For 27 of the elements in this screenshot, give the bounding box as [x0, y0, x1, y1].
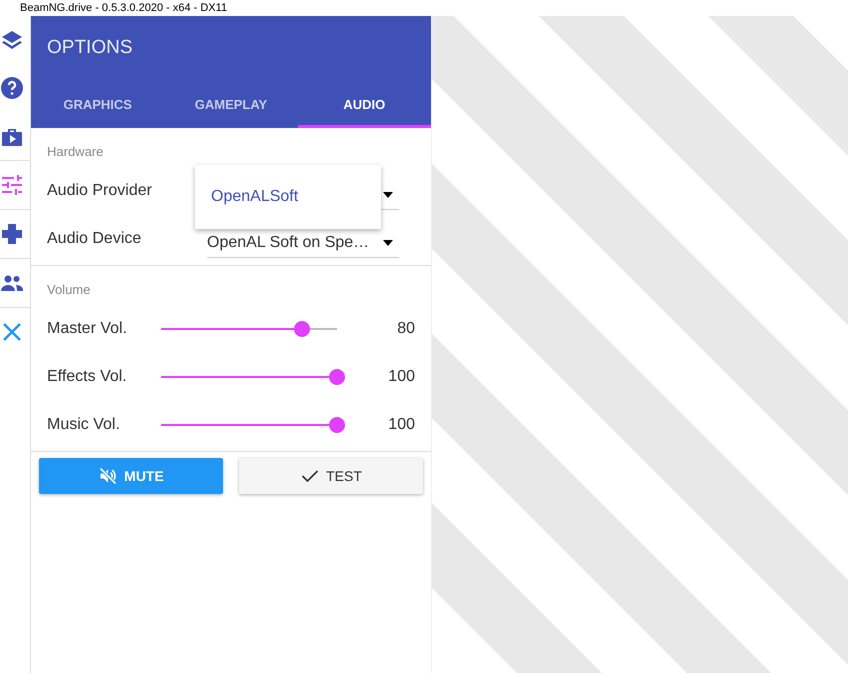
section-heading: Volume: [46, 281, 92, 299]
field-label: Audio Provider: [47, 182, 153, 200]
slider-thumb[interactable]: [329, 417, 345, 433]
layers-icon[interactable]: [0, 28, 24, 52]
panel-title: OPTIONS: [46, 36, 134, 59]
tab[interactable]: GRAPHICS: [31, 84, 164, 128]
menu-option[interactable]: OpenALSoft: [195, 188, 298, 206]
field-label: Music Vol.: [47, 416, 121, 434]
slider-value: 100: [387, 416, 415, 434]
dropdown-field[interactable]: OpenAL Soft on Spe…: [207, 228, 399, 258]
field-label: Effects Vol.: [47, 368, 128, 386]
slider-value: 80: [396, 320, 415, 338]
window-title: BeamNG.drive - 0.5.3.0.2020 - x64 - DX11: [20, 1, 228, 15]
help-icon[interactable]: [0, 76, 24, 100]
field-label: Master Vol.: [47, 320, 128, 338]
caret-icon: [383, 240, 393, 246]
sliders-icon[interactable]: [0, 173, 24, 197]
slider-thumb[interactable]: [294, 321, 310, 337]
slider-thumb[interactable]: [329, 369, 345, 385]
mute-icon: [98, 466, 118, 486]
slider-value: 100: [387, 368, 415, 386]
gamepad-icon[interactable]: [0, 222, 24, 246]
caret-icon: [383, 192, 393, 198]
section-heading: Hardware: [46, 143, 104, 161]
field-label: Audio Device: [47, 230, 142, 248]
tab[interactable]: GAMEPLAY: [164, 84, 298, 128]
button[interactable]: TEST: [239, 458, 423, 494]
